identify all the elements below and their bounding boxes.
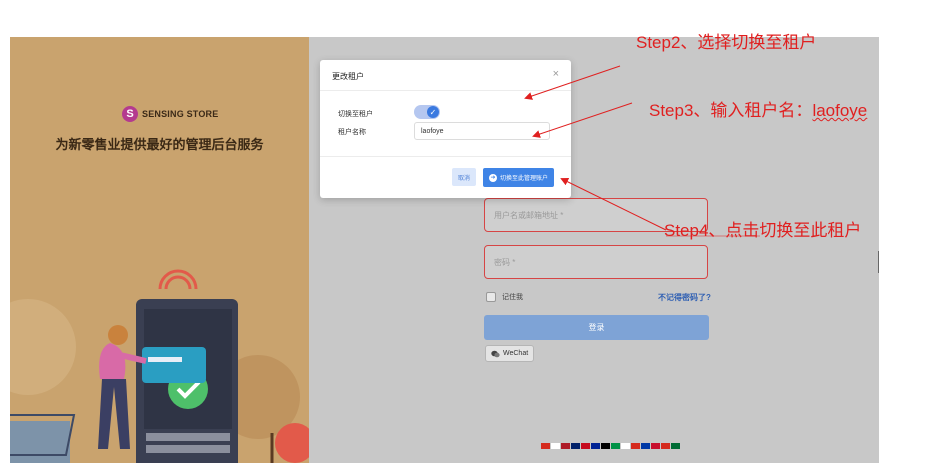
annotation-step3: Step3、输入租户名：laofoye bbox=[649, 96, 867, 121]
password-input[interactable]: 密码 * bbox=[484, 245, 708, 279]
wechat-label: WeChat bbox=[503, 350, 529, 357]
change-tenant-modal: 更改租户 × 切换至租户 ✓ 租户名称 laofoye 取消 ➜ 切换至此管理账… bbox=[320, 60, 571, 198]
password-placeholder: 密码 * bbox=[494, 257, 516, 267]
language-flag-icon[interactable] bbox=[631, 443, 640, 449]
annotation-step3-prefix: Step3、输入租户名： bbox=[649, 101, 813, 120]
annotation-step3-name: laofoye bbox=[812, 101, 868, 120]
tagline: 为新零售业提供最好的管理后台服务 bbox=[55, 137, 264, 152]
language-flag-icon[interactable] bbox=[671, 443, 680, 449]
language-flag-icon[interactable] bbox=[561, 443, 570, 449]
switch-tenant-toggle[interactable]: ✓ bbox=[414, 105, 440, 119]
language-flag-icon[interactable] bbox=[641, 443, 650, 449]
switch-to-tenant-button[interactable]: ➜ 切换至此管理账户 bbox=[483, 168, 555, 187]
wechat-icon bbox=[491, 350, 500, 357]
annotation-step2: Step2、选择切换至租户 bbox=[636, 33, 817, 52]
language-flag-icon[interactable] bbox=[651, 443, 660, 449]
modal-title: 更改租户 bbox=[332, 72, 364, 81]
forgot-password-link[interactable]: 不记得密码了? bbox=[658, 292, 711, 303]
tenant-name-label: 租户名称 bbox=[338, 129, 366, 136]
switch-tenant-label: 切换至租户 bbox=[338, 111, 373, 118]
remember-label: 记住我 bbox=[502, 294, 523, 301]
language-flag-icon[interactable] bbox=[571, 443, 580, 449]
shopping-illustration bbox=[10, 269, 309, 463]
tenant-name-input[interactable]: laofoye bbox=[414, 122, 550, 140]
cancel-button[interactable]: 取消 bbox=[452, 168, 477, 186]
sensing-store-logo-icon: S bbox=[122, 106, 138, 122]
language-flag-icon[interactable] bbox=[601, 443, 610, 449]
scrollbar[interactable] bbox=[878, 251, 879, 273]
language-flag-icon[interactable] bbox=[551, 443, 560, 449]
annotation-step4: Step4、点击切换至此租户 bbox=[664, 221, 862, 240]
arrow-right-icon: ➜ bbox=[489, 173, 497, 182]
close-icon[interactable]: × bbox=[553, 68, 559, 80]
language-flag-icon[interactable] bbox=[541, 443, 550, 449]
wechat-login-button[interactable]: WeChat bbox=[485, 345, 535, 362]
modal-footer-divider bbox=[320, 156, 571, 157]
username-placeholder: 用户名或邮箱地址 * bbox=[494, 210, 564, 220]
login-button[interactable]: 登录 bbox=[484, 315, 709, 340]
remember-checkbox[interactable] bbox=[486, 292, 496, 302]
switch-to-tenant-label: 切换至此管理账户 bbox=[500, 176, 549, 182]
language-flag-icon[interactable] bbox=[661, 443, 670, 449]
language-flag-icon[interactable] bbox=[591, 443, 600, 449]
remember-me[interactable]: 记住我 bbox=[486, 292, 523, 302]
language-flags[interactable] bbox=[541, 443, 680, 449]
language-flag-icon[interactable] bbox=[611, 443, 620, 449]
check-icon: ✓ bbox=[427, 106, 439, 118]
brand-panel: S SENSING STORE 为新零售业提供最好的管理后台服务 bbox=[10, 37, 309, 463]
language-flag-icon[interactable] bbox=[581, 443, 590, 449]
brand-logo: S SENSING STORE bbox=[122, 106, 218, 122]
brand-name: SENSING STORE bbox=[142, 109, 219, 119]
language-flag-icon[interactable] bbox=[621, 443, 630, 449]
modal-header-divider bbox=[320, 90, 571, 91]
